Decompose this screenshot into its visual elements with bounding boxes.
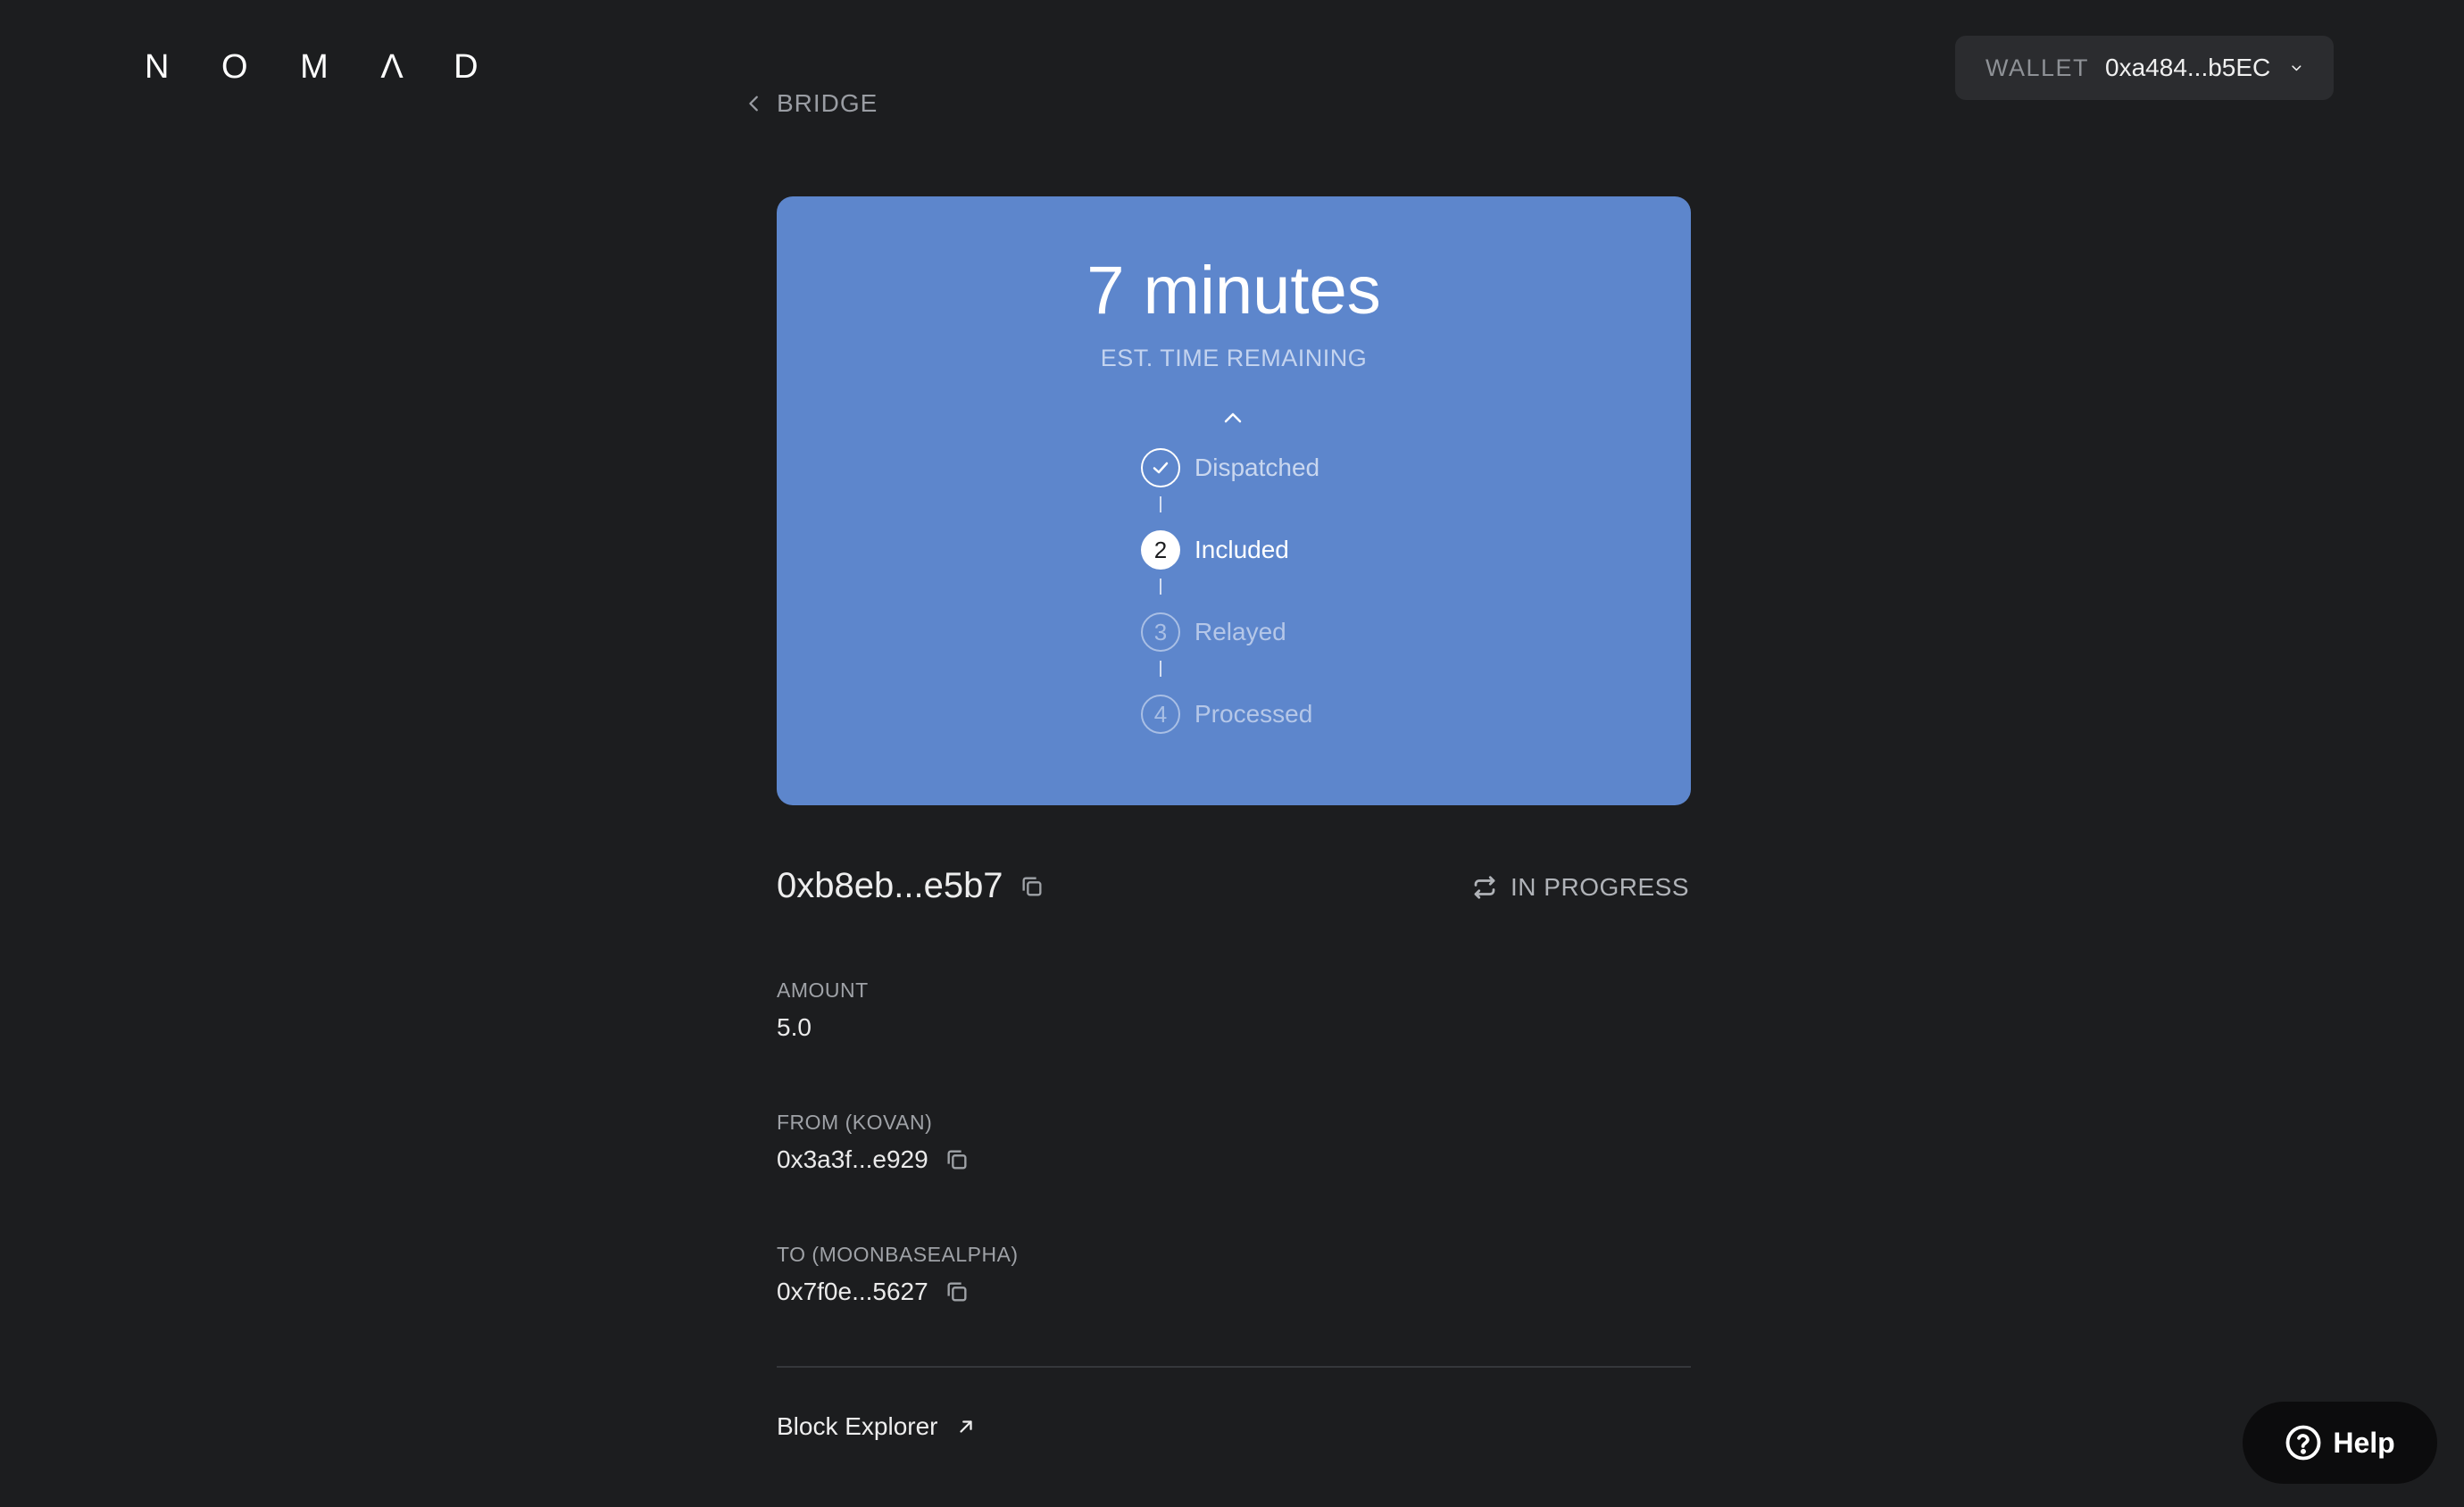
wallet-address: 0xa484...b5EC <box>2105 54 2271 81</box>
status-badge: IN PROGRESS <box>1471 873 1689 902</box>
step-connector <box>1160 579 1161 595</box>
block-explorer-link[interactable]: Block Explorer <box>777 1412 976 1441</box>
copy-icon[interactable] <box>945 1147 970 1172</box>
help-button[interactable]: Help <box>2243 1402 2437 1484</box>
step-number: 2 <box>1141 530 1180 570</box>
transaction-hash-value: 0xb8eb...e5b7 <box>777 866 1003 905</box>
time-remaining: 7 minutes <box>1086 253 1381 329</box>
block-explorer-label: Block Explorer <box>777 1412 938 1440</box>
nomad-logo[interactable]: N O M Λ D <box>145 48 500 87</box>
chevron-up-icon[interactable] <box>1220 407 1246 427</box>
step-connector <box>1160 661 1161 677</box>
step-relayed: 3 Relayed <box>1141 612 1286 652</box>
amount-value: 5.0 <box>777 1013 812 1041</box>
external-link-icon <box>959 1420 972 1433</box>
wallet-label: WALLET <box>1985 54 2090 81</box>
amount-label: AMOUNT <box>777 978 869 1002</box>
amount-field: AMOUNT 5.0 <box>777 978 869 1042</box>
back-label: BRIDGE <box>777 89 878 117</box>
help-label: Help <box>2333 1426 2395 1459</box>
from-address: 0x3a3f...e929 <box>777 1145 928 1173</box>
time-remaining-label: EST. TIME REMAINING <box>1100 345 1368 371</box>
step-number: 3 <box>1141 612 1180 652</box>
divider <box>777 1366 1691 1368</box>
step-label: Processed <box>1195 700 1313 728</box>
copy-icon[interactable] <box>945 1279 970 1304</box>
check-icon <box>1141 448 1180 487</box>
wallet-dropdown[interactable]: WALLET 0xa484...b5EC <box>1955 36 2334 100</box>
step-included: 2 Included <box>1141 530 1289 570</box>
back-to-bridge-link[interactable]: BRIDGE <box>745 89 878 118</box>
from-field: FROM (KOVAN) 0x3a3f...e929 <box>777 1111 970 1174</box>
from-label: FROM (KOVAN) <box>777 1111 933 1134</box>
step-number: 4 <box>1141 695 1180 734</box>
question-circle-icon <box>2285 1425 2321 1461</box>
chevron-down-icon <box>2292 65 2302 71</box>
step-dispatched: Dispatched <box>1141 448 1319 487</box>
status-text: IN PROGRESS <box>1511 873 1689 901</box>
step-label: Dispatched <box>1195 454 1320 481</box>
copy-icon[interactable] <box>1020 874 1045 899</box>
chevron-left-icon <box>749 96 758 112</box>
to-field: TO (MOONBASEALPHA) 0x7f0e...5627 <box>777 1243 1019 1306</box>
transfer-status-card: 7 minutes EST. TIME REMAINING Dispatched… <box>777 196 1691 805</box>
step-processed: 4 Processed <box>1141 695 1312 734</box>
page: N O M Λ D BRIDGE WALLET 0xa484...b5EC 7 … <box>0 0 2464 1507</box>
transaction-hash: 0xb8eb...e5b7 <box>777 866 1045 906</box>
step-connector <box>1160 496 1161 512</box>
to-address: 0x7f0e...5627 <box>777 1278 928 1305</box>
step-label: Included <box>1195 536 1289 563</box>
step-label: Relayed <box>1195 618 1286 645</box>
refresh-icon <box>1474 876 1495 899</box>
to-label: TO (MOONBASEALPHA) <box>777 1243 1019 1266</box>
